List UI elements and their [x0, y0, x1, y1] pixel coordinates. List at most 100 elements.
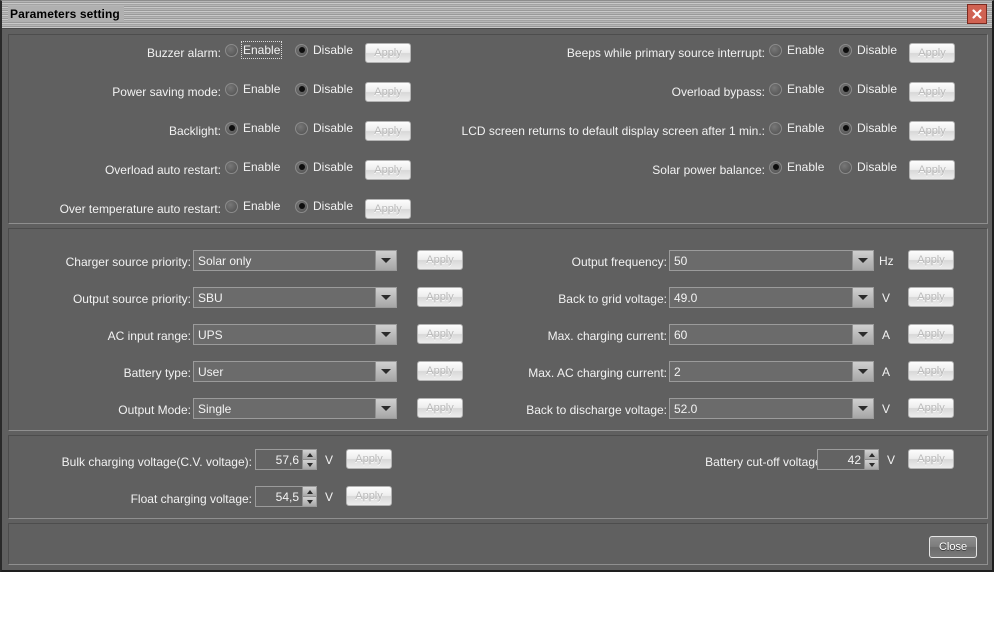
select-battery-type[interactable]: User	[193, 361, 397, 382]
select-ac-input-range[interactable]: UPS	[193, 324, 397, 345]
apply-button-back-to-discharge-voltage[interactable]: Apply	[908, 398, 954, 418]
radio-dot	[295, 83, 308, 96]
chevron-down-icon[interactable]	[375, 399, 396, 418]
radio-overload-bypass-enable[interactable]: Enable	[769, 82, 824, 96]
close-button[interactable]: Close	[929, 536, 977, 558]
parameters-setting-window: Parameters setting Buzzer alarm: Enable …	[0, 0, 994, 572]
spinner-battery-cut-off-voltage[interactable]: 42	[817, 449, 879, 470]
label-power-saving-mode: Power saving mode:	[112, 85, 221, 99]
radio-solar-power-balance-enable[interactable]: Enable	[769, 160, 824, 174]
select-output-mode[interactable]: Single	[193, 398, 397, 419]
select-value: 50	[670, 251, 852, 270]
apply-button-solar-power-balance[interactable]: Apply	[909, 160, 955, 180]
spinner-up-icon[interactable]	[865, 450, 878, 459]
radio-dot	[769, 83, 782, 96]
chevron-down-icon[interactable]	[852, 251, 873, 270]
unit-max-charging-current: A	[882, 328, 890, 342]
apply-button-power-saving-mode[interactable]: Apply	[365, 82, 411, 102]
radio-buzzer-alarm-enable[interactable]: Enable	[225, 43, 280, 57]
chevron-down-icon[interactable]	[852, 399, 873, 418]
chevron-down-icon[interactable]	[375, 325, 396, 344]
select-value: 49.0	[670, 288, 852, 307]
apply-button-max-charging-current[interactable]: Apply	[908, 324, 954, 344]
radio-dot	[769, 161, 782, 174]
apply-button-back-to-grid-voltage[interactable]: Apply	[908, 287, 954, 307]
radio-label-disable: Disable	[313, 199, 353, 213]
radio-buzzer-alarm-disable[interactable]: Disable	[295, 43, 353, 57]
radio-label-enable: Enable	[787, 43, 824, 57]
footer-panel: Close	[8, 523, 988, 565]
spinner-down-icon[interactable]	[303, 459, 316, 469]
select-back-to-discharge-voltage[interactable]: 52.0	[669, 398, 874, 419]
apply-button-bulk-charging-voltage[interactable]: Apply	[346, 449, 392, 469]
radio-label-disable: Disable	[857, 121, 897, 135]
apply-button-battery-type[interactable]: Apply	[417, 361, 463, 381]
spinner-bulk-charging-voltage[interactable]: 57,6	[255, 449, 317, 470]
radio-label-enable: Enable	[243, 82, 280, 96]
label-max-charging-current: Max. charging current:	[548, 329, 667, 343]
radio-label-disable: Disable	[857, 160, 897, 174]
apply-button-overload-bypass[interactable]: Apply	[909, 82, 955, 102]
chevron-down-icon[interactable]	[375, 288, 396, 307]
radio-power-saving-mode-enable[interactable]: Enable	[225, 82, 280, 96]
apply-button-max-ac-charging-current[interactable]: Apply	[908, 361, 954, 381]
radio-backlight-disable[interactable]: Disable	[295, 121, 353, 135]
radio-backlight-enable[interactable]: Enable	[225, 121, 280, 135]
radio-over-temperature-auto-restart-disable[interactable]: Disable	[295, 199, 353, 213]
spinner-down-icon[interactable]	[865, 459, 878, 469]
window-title: Parameters setting	[8, 6, 124, 22]
spinner-float-charging-voltage[interactable]: 54,5	[255, 486, 317, 507]
select-max-charging-current[interactable]: 60	[669, 324, 874, 345]
radio-power-saving-mode-disable[interactable]: Disable	[295, 82, 353, 96]
radio-overload-auto-restart-disable[interactable]: Disable	[295, 160, 353, 174]
chevron-down-icon[interactable]	[852, 288, 873, 307]
radio-overload-auto-restart-enable[interactable]: Enable	[225, 160, 280, 174]
chevron-down-icon[interactable]	[852, 325, 873, 344]
apply-button-overload-auto-restart[interactable]: Apply	[365, 160, 411, 180]
chevron-down-icon[interactable]	[852, 362, 873, 381]
select-output-frequency[interactable]: 50	[669, 250, 874, 271]
apply-button-charger-source-priority[interactable]: Apply	[417, 250, 463, 270]
select-charger-source-priority[interactable]: Solar only	[193, 250, 397, 271]
apply-button-over-temperature-auto-restart[interactable]: Apply	[365, 199, 411, 219]
apply-button-beeps-primary-source-interrupt[interactable]: Apply	[909, 43, 955, 63]
apply-button-ac-input-range[interactable]: Apply	[417, 324, 463, 344]
radio-solar-power-balance-disable[interactable]: Disable	[839, 160, 897, 174]
select-value: 52.0	[670, 399, 852, 418]
label-overload-auto-restart: Overload auto restart:	[105, 163, 221, 177]
chevron-down-icon[interactable]	[375, 251, 396, 270]
select-output-source-priority[interactable]: SBU	[193, 287, 397, 308]
radio-beeps-primary-source-interrupt-enable[interactable]: Enable	[769, 43, 824, 57]
chevron-down-icon[interactable]	[375, 362, 396, 381]
radio-dot	[295, 122, 308, 135]
radio-label-enable: Enable	[787, 82, 824, 96]
apply-button-backlight[interactable]: Apply	[365, 121, 411, 141]
apply-button-battery-cut-off-voltage[interactable]: Apply	[908, 449, 954, 469]
spinner-up-icon[interactable]	[303, 450, 316, 459]
apply-button-lcd-screen-returns-default[interactable]: Apply	[909, 121, 955, 141]
radio-lcd-screen-returns-default-disable[interactable]: Disable	[839, 121, 897, 135]
select-max-ac-charging-current[interactable]: 2	[669, 361, 874, 382]
label-backlight: Backlight:	[169, 124, 221, 138]
radio-lcd-screen-returns-default-enable[interactable]: Enable	[769, 121, 824, 135]
radio-beeps-primary-source-interrupt-disable[interactable]: Disable	[839, 43, 897, 57]
label-charger-source-priority: Charger source priority:	[66, 255, 191, 269]
apply-button-output-frequency[interactable]: Apply	[908, 250, 954, 270]
apply-button-output-source-priority[interactable]: Apply	[417, 287, 463, 307]
apply-button-float-charging-voltage[interactable]: Apply	[346, 486, 392, 506]
radio-label-enable: Enable	[243, 43, 280, 57]
spinner-up-icon[interactable]	[303, 487, 316, 496]
apply-button-buzzer-alarm[interactable]: Apply	[365, 43, 411, 63]
unit-bulk-charging-voltage: V	[325, 453, 333, 467]
radio-dot	[225, 161, 238, 174]
window-titlebar[interactable]: Parameters setting	[2, 1, 992, 29]
spinner-down-icon[interactable]	[303, 496, 316, 506]
apply-button-output-mode[interactable]: Apply	[417, 398, 463, 418]
unit-float-charging-voltage: V	[325, 490, 333, 504]
radio-dot	[839, 83, 852, 96]
radio-label-enable: Enable	[787, 121, 824, 135]
radio-overload-bypass-disable[interactable]: Disable	[839, 82, 897, 96]
close-x-icon[interactable]	[967, 4, 987, 24]
select-back-to-grid-voltage[interactable]: 49.0	[669, 287, 874, 308]
radio-over-temperature-auto-restart-enable[interactable]: Enable	[225, 199, 280, 213]
